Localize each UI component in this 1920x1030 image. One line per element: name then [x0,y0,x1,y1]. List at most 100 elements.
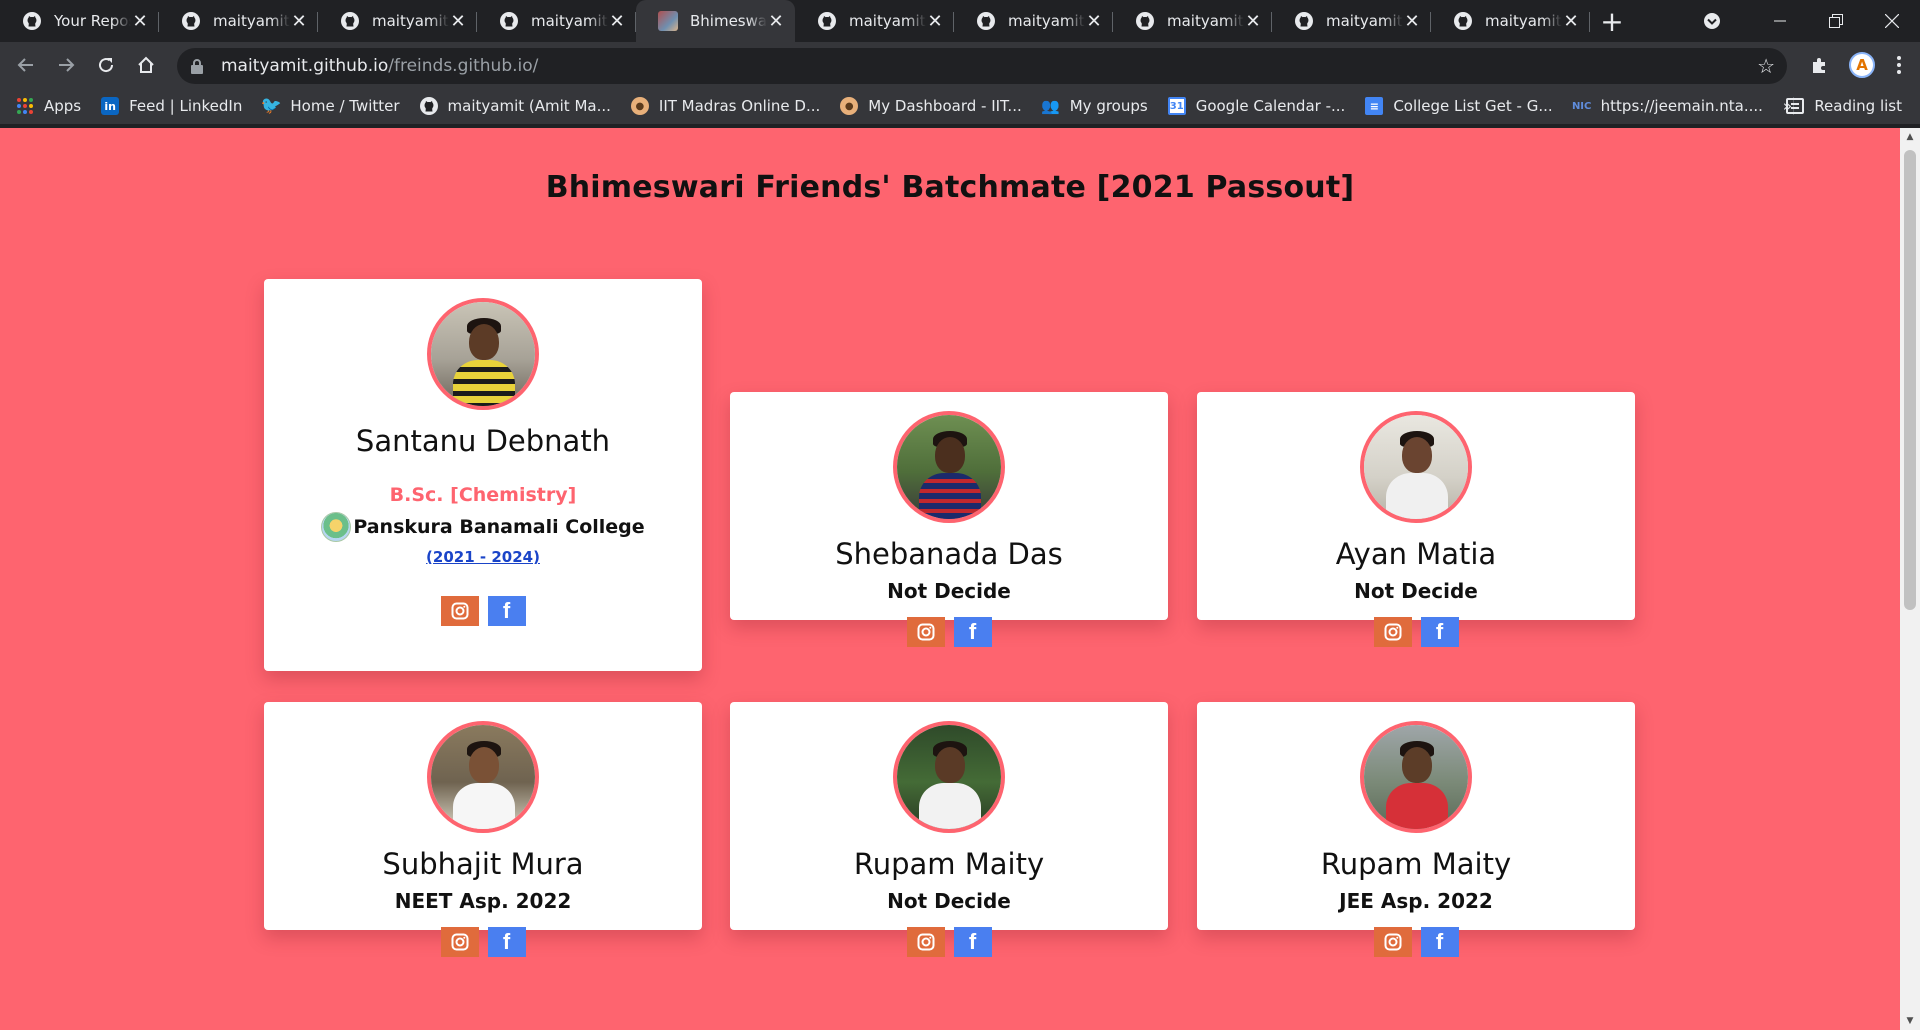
bookmark-item[interactable]: Apps [16,97,81,115]
bookmark-item[interactable]: ≡ College List Get - G... [1365,97,1553,115]
tab-search-button[interactable] [1692,11,1732,31]
reading-list-icon [1786,98,1805,114]
facebook-button[interactable]: f [487,927,526,957]
browser-tab[interactable]: maityamit/Java✕ [1431,0,1590,42]
browser-tab[interactable]: maityamit/web✕ [1272,0,1431,42]
reading-list-button[interactable]: Reading list [1786,88,1902,124]
instagram-button[interactable] [440,596,479,626]
groups-icon: 👥 [1041,97,1061,115]
close-tab-icon[interactable]: ✕ [1403,11,1421,32]
facebook-button[interactable]: f [1420,617,1459,647]
minimize-button[interactable] [1752,0,1808,42]
bookmark-label: College List Get - G... [1393,97,1553,115]
browser-tab[interactable]: maityamit/Code✕ [159,0,318,42]
browser-tab[interactable]: maityamit/codes✕ [954,0,1113,42]
close-window-icon [1885,14,1899,28]
github-icon [1453,11,1473,31]
tab-title: maityamit/freinds [372,12,449,30]
toolbar-right: A [1800,42,1920,88]
window-controls [1692,0,1920,42]
facebook-icon: f [502,598,511,623]
browser-tab[interactable]: maityamit/freinds✕ [318,0,477,42]
facebook-icon: f [1435,619,1444,644]
friend-name: Shebanada Das [835,537,1063,571]
facebook-button[interactable]: f [1420,927,1459,957]
bookmark-item[interactable]: ● IIT Madras Online D... [630,97,820,115]
instagram-button[interactable] [1373,927,1412,957]
facebook-button[interactable]: f [953,617,992,647]
friend-card: Rupam Maity Not Decide f [730,702,1168,957]
bookmark-item[interactable]: 31 Google Calendar -... [1167,97,1345,115]
friend-status: Not Decide [887,889,1011,913]
vertical-scrollbar[interactable]: ▲ ▼ [1900,128,1920,1030]
browser-tab[interactable]: Your Repositories✕ [0,0,159,42]
scroll-down-arrow-icon[interactable]: ▼ [1900,1012,1920,1030]
close-tab-icon[interactable]: ✕ [767,11,785,32]
scroll-up-arrow-icon[interactable]: ▲ [1900,128,1920,146]
close-tab-icon[interactable]: ✕ [1244,11,1262,32]
reload-button[interactable] [86,45,126,85]
close-tab-icon[interactable]: ✕ [1085,11,1103,32]
close-window-button[interactable] [1864,0,1920,42]
bookmark-item[interactable]: NIC https://jeemain.nta.... [1572,97,1763,115]
avatar [893,411,1005,523]
browser-tab[interactable]: Bhimeswari Friends✕ [636,0,795,42]
url-text[interactable]: maityamit.github.io/freinds.github.io/ [221,56,1757,76]
github-icon [817,11,837,31]
close-tab-icon[interactable]: ✕ [926,11,944,32]
friend-name: Santanu Debnath [355,424,611,458]
bookmark-item[interactable]: ● My Dashboard - IIT... [840,97,1022,115]
friend-college: Panskura Banamali College [264,512,702,542]
instagram-button[interactable] [1373,617,1412,647]
avatar [427,298,539,410]
facebook-button[interactable]: f [487,596,526,626]
browser-toolbar: maityamit.github.io/freinds.github.io/ ☆… [0,42,1920,88]
bookmark-item[interactable]: 🐦 Home / Twitter [261,96,400,116]
bookmark-label: https://jeemain.nta.... [1600,97,1763,115]
profile-avatar-icon: A [1849,52,1875,78]
back-button[interactable] [6,45,46,85]
browser-tab[interactable]: maityamit/freinds✕ [795,0,954,42]
lock-icon[interactable] [189,58,205,74]
instagram-button[interactable] [906,927,945,957]
profile-button[interactable]: A [1842,45,1882,85]
browser-tab[interactable]: maityamit/freinds✕ [477,0,636,42]
friend-card: Rupam Maity JEE Asp. 2022 f [1197,702,1635,957]
close-tab-icon[interactable]: ✕ [1562,11,1580,32]
bookmark-item[interactable]: 👥 My groups [1041,97,1147,115]
bookmarks-bar: Apps in Feed | LinkedIn 🐦 Home / Twitter mait… [0,88,1920,124]
extensions-button[interactable] [1800,45,1840,85]
minimize-icon [1774,20,1786,22]
menu-button[interactable] [1882,45,1916,85]
restore-button[interactable] [1808,0,1864,42]
tab-title: maityamit/codes [1167,12,1244,30]
address-bar[interactable]: maityamit.github.io/freinds.github.io/ ☆ [177,48,1787,84]
avatar [1360,411,1472,523]
docs-icon: ≡ [1365,97,1384,115]
home-button[interactable] [126,45,166,85]
friend-name: Subhajit Mura [382,847,584,881]
bookmark-item[interactable]: maityamit (Amit Ma... [419,97,611,115]
close-tab-icon[interactable]: ✕ [290,11,308,32]
url-path: /freinds.github.io/ [388,56,539,76]
bookmark-item[interactable]: in Feed | LinkedIn [101,97,242,115]
close-tab-icon[interactable]: ✕ [608,11,626,32]
new-tab-button[interactable]: + [1590,0,1634,42]
facebook-button[interactable]: f [953,927,992,957]
forward-button[interactable] [46,45,86,85]
friend-status: NEET Asp. 2022 [394,889,572,913]
scrollbar-thumb[interactable] [1904,150,1916,610]
emoji-icon: ● [630,97,649,115]
close-tab-icon[interactable]: ✕ [131,11,149,32]
instagram-button[interactable] [440,927,479,957]
tab-strip: Your Repositories✕maityamit/Code✕maityam… [0,0,1920,42]
github-icon [1135,11,1155,31]
instagram-button[interactable] [906,617,945,647]
bookmark-star-icon[interactable]: ☆ [1757,54,1775,78]
facebook-icon: f [1435,929,1444,954]
close-tab-icon[interactable]: ✕ [449,11,467,32]
friend-years-link[interactable]: (2021 - 2024) [264,548,702,566]
social-links: f [1197,927,1635,957]
browser-tab[interactable]: maityamit/codes✕ [1113,0,1272,42]
social-links: f [730,927,1168,957]
